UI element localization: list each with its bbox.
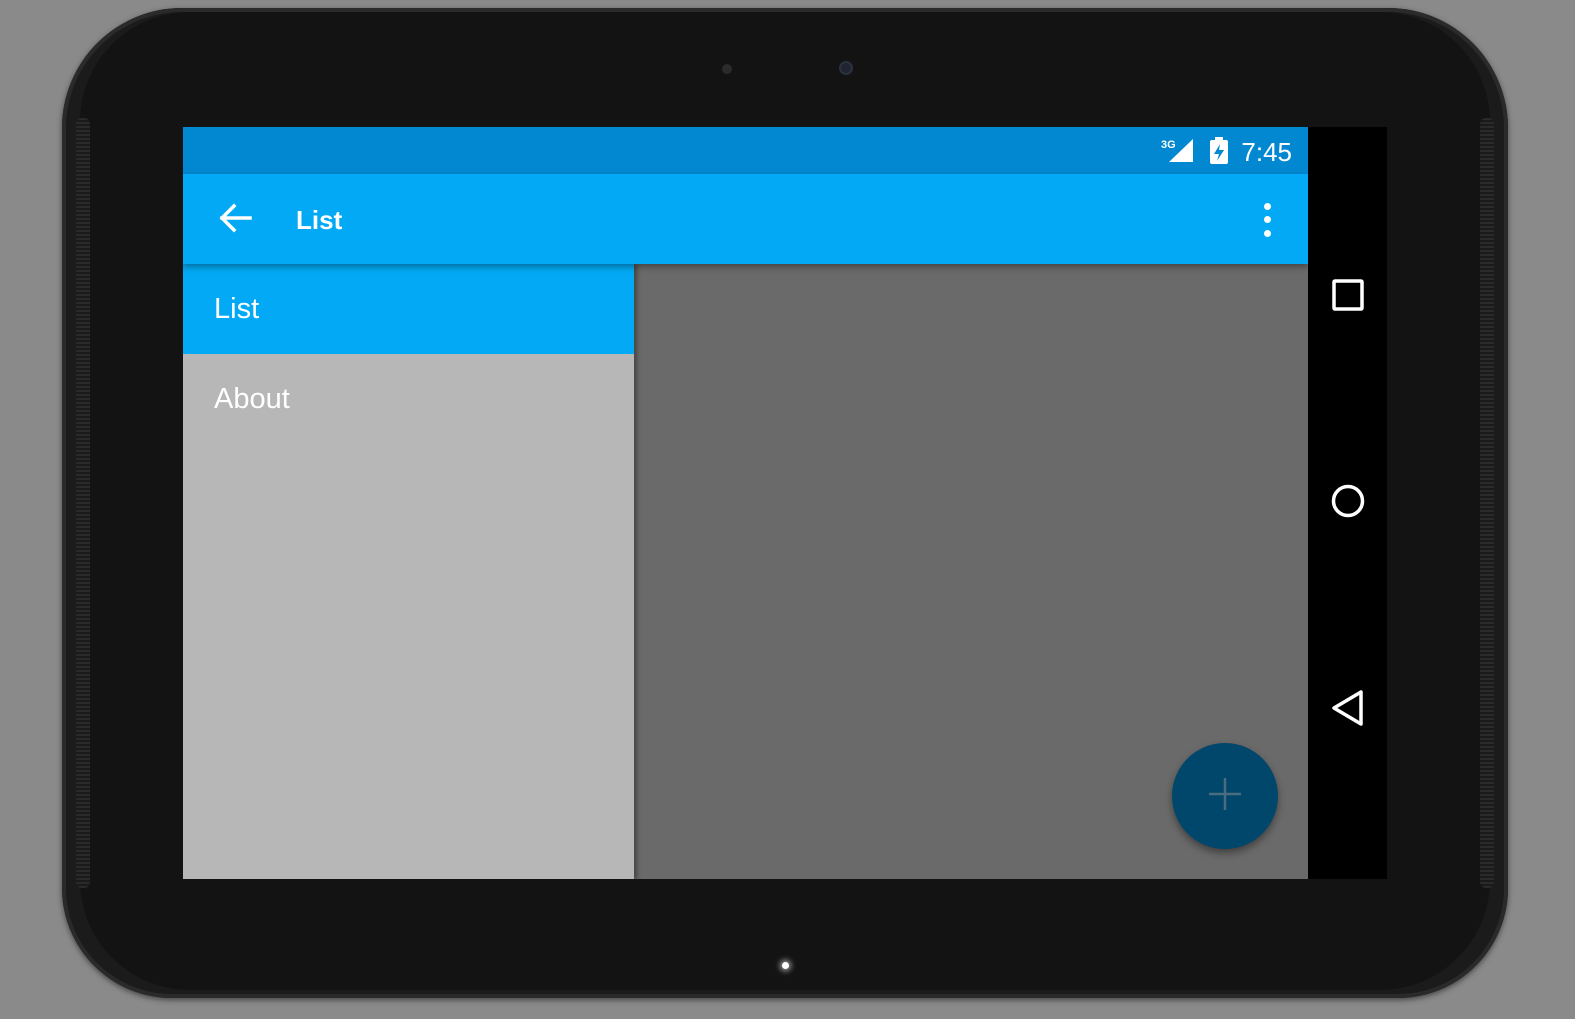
plus-icon xyxy=(1207,776,1243,817)
drawer-item-list[interactable]: List xyxy=(183,264,634,354)
nav-recents-button[interactable] xyxy=(1308,262,1387,332)
more-vert-icon-dot-1 xyxy=(1263,203,1271,211)
app-toolbar: List xyxy=(183,174,1308,264)
nav-back-button[interactable] xyxy=(1308,675,1387,745)
toolbar-back-button[interactable] xyxy=(213,198,257,242)
drawer-item-label: List xyxy=(214,292,260,325)
front-camera xyxy=(839,61,853,75)
battery-charging-icon xyxy=(1209,137,1229,170)
svg-text:3G: 3G xyxy=(1161,139,1176,151)
page-title: List xyxy=(296,205,343,235)
drawer-item-about[interactable]: About xyxy=(183,354,634,444)
front-sensor xyxy=(722,64,732,74)
overflow-menu-button[interactable] xyxy=(1252,200,1282,240)
more-vert-icon-dot-2 xyxy=(1263,216,1271,224)
app-window: 3G 7:45 List List About xyxy=(183,127,1308,879)
right-speaker-grille xyxy=(1480,118,1494,888)
notification-led xyxy=(782,962,789,969)
left-speaker-grille xyxy=(76,118,90,888)
status-bar: 3G 7:45 xyxy=(183,127,1308,174)
more-vert-icon-dot-3 xyxy=(1263,229,1271,237)
system-navigation-bar xyxy=(1308,127,1387,879)
add-fab-button[interactable] xyxy=(1172,743,1278,849)
back-icon xyxy=(1330,689,1366,732)
signal-3g-icon: 3G xyxy=(1161,137,1195,168)
drawer-item-label: About xyxy=(214,382,290,415)
navigation-drawer: List About xyxy=(183,264,634,879)
status-time: 7:45 xyxy=(1241,137,1292,167)
device-screen: 3G 7:45 List List About xyxy=(183,127,1387,879)
home-icon xyxy=(1330,483,1366,524)
nav-home-button[interactable] xyxy=(1308,468,1387,538)
recents-icon xyxy=(1331,278,1365,317)
arrow-back-icon xyxy=(218,203,252,238)
